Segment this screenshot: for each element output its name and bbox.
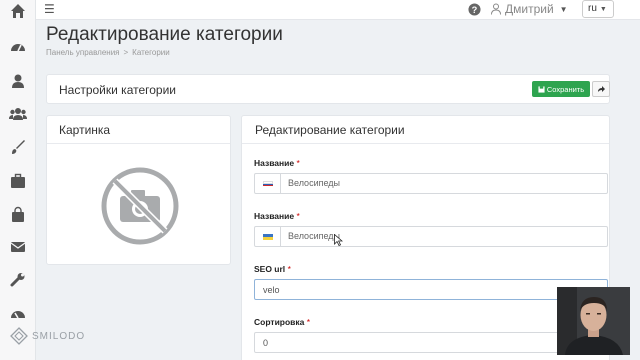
presenter-video-icon xyxy=(557,287,630,355)
name-ru-label: Название * xyxy=(254,158,300,168)
shopping-bag-icon[interactable] xyxy=(9,206,27,224)
seo-url-label-text: SEO url xyxy=(254,264,286,274)
user-outline-icon xyxy=(491,3,501,15)
page-title: Редактирование категории xyxy=(46,24,283,45)
dashboard-icon[interactable] xyxy=(9,38,27,56)
name-ua-label-text: Название xyxy=(254,211,295,221)
envelope-icon[interactable] xyxy=(9,238,27,256)
share-button[interactable] xyxy=(592,81,610,97)
breadcrumb: Панель управления > Категории xyxy=(46,48,170,57)
webcam-overlay xyxy=(557,287,630,355)
sort-label: Сортировка * xyxy=(254,317,310,327)
topbar: ☰ ? Дмитрий ▼ ru ▼ xyxy=(36,0,640,20)
sidebar xyxy=(0,0,36,360)
save-button[interactable]: Сохранить xyxy=(532,81,590,97)
seo-url-label: SEO url * xyxy=(254,264,291,274)
breadcrumb-dashboard[interactable]: Панель управления xyxy=(46,48,120,57)
wrench-icon[interactable] xyxy=(9,271,27,289)
user-icon[interactable] xyxy=(9,72,27,90)
brand-logo-text: SMILODO xyxy=(32,330,86,342)
caret-down-icon: ▼ xyxy=(599,6,607,13)
user-menu[interactable]: Дмитрий ▼ xyxy=(490,2,568,16)
ru-flag-icon xyxy=(255,174,281,193)
diamond-logo-icon xyxy=(10,327,28,345)
picture-panel-title: Картинка xyxy=(47,116,230,144)
name-ru-input[interactable]: Велосипеды xyxy=(254,173,608,194)
mouse-cursor-icon xyxy=(334,234,343,246)
settings-panel: Настройки категории Сохранить xyxy=(46,74,610,104)
name-ua-value: Велосипеды xyxy=(288,231,340,241)
floppy-icon xyxy=(538,85,545,93)
name-ua-input[interactable]: Велосипеды xyxy=(254,226,608,247)
sort-value: 0 xyxy=(263,338,269,348)
required-mark: * xyxy=(287,264,291,274)
user-name: Дмитрий xyxy=(505,2,554,16)
hamburger-icon[interactable]: ☰ xyxy=(44,2,55,16)
briefcase-icon[interactable] xyxy=(9,172,27,190)
required-mark: * xyxy=(306,317,311,327)
users-icon[interactable] xyxy=(9,105,27,123)
share-arrow-icon xyxy=(598,86,605,92)
seo-url-input[interactable]: velo xyxy=(254,279,608,300)
picture-panel: Картинка xyxy=(46,115,231,265)
settings-title: Настройки категории xyxy=(59,83,176,97)
home-icon[interactable] xyxy=(9,2,27,20)
name-ua-label: Название * xyxy=(254,211,300,221)
language-select[interactable]: ru ▼ xyxy=(582,0,614,18)
brand-logo: SMILODO xyxy=(10,327,85,345)
name-ru-value: Велосипеды xyxy=(288,178,340,188)
sort-input[interactable]: 0 xyxy=(254,332,608,353)
svg-text:?: ? xyxy=(472,5,478,15)
required-mark: * xyxy=(296,158,300,168)
edit-panel-title: Редактирование категории xyxy=(242,116,609,144)
no-photo-icon[interactable] xyxy=(100,166,180,246)
seo-url-value: velo xyxy=(263,285,280,295)
tachometer-icon[interactable] xyxy=(9,305,27,323)
save-button-label: Сохранить xyxy=(546,84,585,94)
edit-category-panel: Редактирование категории Название * Вело… xyxy=(241,115,610,360)
question-circle-icon[interactable]: ? xyxy=(468,3,481,16)
ua-flag-icon xyxy=(255,227,281,246)
brush-icon[interactable] xyxy=(9,138,27,156)
name-ru-label-text: Название xyxy=(254,158,295,168)
required-mark: * xyxy=(296,211,300,221)
caret-down-icon: ▼ xyxy=(559,4,568,14)
sort-label-text: Сортировка xyxy=(254,317,305,327)
breadcrumb-categories[interactable]: Категории xyxy=(132,48,170,57)
breadcrumb-separator: > xyxy=(123,48,129,57)
language-value: ru xyxy=(588,3,597,14)
